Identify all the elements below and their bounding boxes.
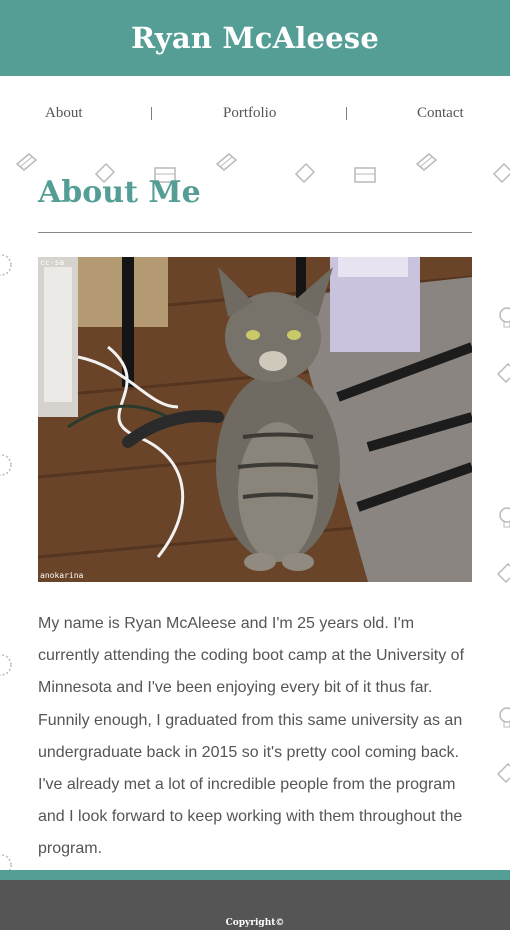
nav-link-about[interactable]: About xyxy=(45,105,83,122)
lightbulb-icon xyxy=(494,505,510,531)
tape-dispenser-icon xyxy=(494,560,510,586)
site-footer: Copyright© xyxy=(0,870,510,930)
paper-tray-icon xyxy=(352,162,378,188)
heading-divider xyxy=(38,232,472,233)
copyright-text: Copyright© xyxy=(225,918,285,928)
nav-link-portfolio[interactable]: Portfolio xyxy=(223,105,276,122)
tape-dispenser-icon xyxy=(494,760,510,786)
tape-dispenser-icon xyxy=(494,360,510,386)
bio-paragraph: My name is Ryan McAleese and I'm 25 year… xyxy=(38,615,465,858)
photo-watermark-license: cc-sa xyxy=(40,258,65,267)
site-title: Ryan McAleese xyxy=(131,21,379,55)
stapler-icon xyxy=(14,148,40,174)
photo-watermark-author: anokarina xyxy=(40,571,84,580)
stapler-icon xyxy=(414,148,440,174)
eraser-icon xyxy=(292,160,318,186)
stapler-icon xyxy=(214,148,240,174)
nav-link-contact[interactable]: Contact xyxy=(417,105,464,122)
lightbulb-icon xyxy=(494,705,510,731)
cat-photo-illustration xyxy=(38,257,472,582)
page-heading: About Me xyxy=(38,175,201,210)
site-header: Ryan McAleese xyxy=(0,0,510,76)
nav-separator: | xyxy=(345,105,349,121)
clock-icon xyxy=(0,652,14,678)
clock-icon xyxy=(0,252,14,278)
nav-separator: | xyxy=(150,105,154,121)
main-nav: About | Portfolio | Contact xyxy=(0,76,510,150)
profile-photo: cc-sa anokarina xyxy=(38,257,472,582)
eraser-icon xyxy=(490,160,510,186)
clock-icon xyxy=(0,452,14,478)
lightbulb-icon xyxy=(494,305,510,331)
